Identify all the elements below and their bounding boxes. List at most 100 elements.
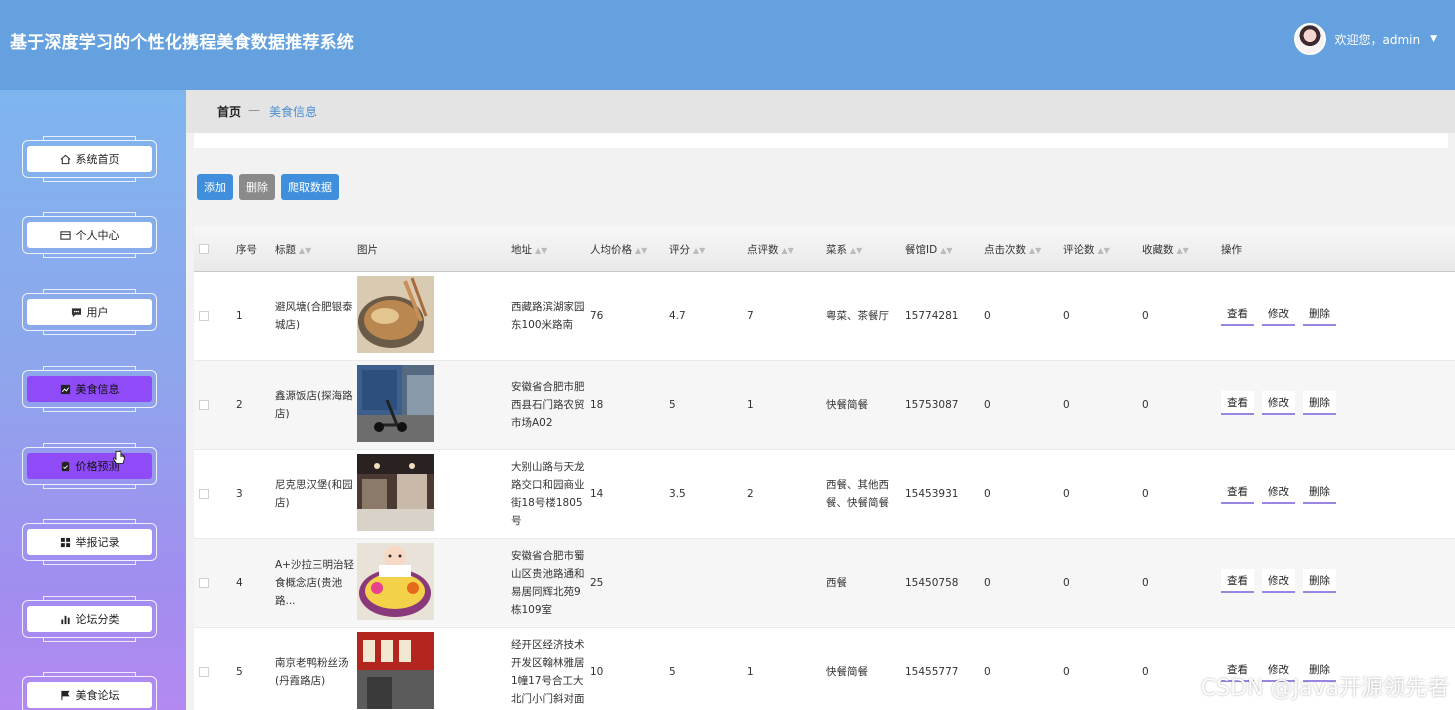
cell-cuisine: 粤菜、茶餐厅 [826,310,889,322]
breadcrumb-home[interactable]: 首页 [217,103,241,120]
delete-button[interactable]: 删除 [239,174,275,200]
food-image[interactable] [357,365,434,442]
row-checkbox[interactable] [199,667,209,677]
cell-favorites: 0 [1142,666,1149,678]
cell-comments: 0 [1063,399,1070,411]
sidebar-item-label: 系统首页 [75,153,120,166]
column-header[interactable]: 点评数 ▲▼ [747,242,794,257]
chevron-down-icon[interactable]: ▼ [1430,34,1437,44]
cell-clicks: 0 [984,577,991,589]
column-header[interactable]: 人均价格 ▲▼ [590,242,647,257]
sidebar-item-home[interactable]: 系统首页 [22,136,157,182]
avatar[interactable] [1294,23,1327,55]
row-checkbox[interactable] [199,311,209,321]
cell-favorites: 0 [1142,577,1149,589]
cell-cuisine: 快餐简餐 [826,399,868,411]
cell-address: 大别山路与天龙路交口和园商业街18号楼1805号 [511,461,585,527]
column-header: 序号 [236,244,257,256]
breadcrumb-separator: — [248,103,260,117]
food-image[interactable] [357,632,434,709]
cell-comments: 0 [1063,577,1070,589]
edit-button[interactable]: 修改 [1262,480,1295,504]
sidebar: 系统首页 个人中心 用户 美食信息 价格预测 举报记录 论坛分类 美食论坛 [0,90,186,710]
column-header[interactable]: 餐馆ID ▲▼ [905,242,953,257]
cell-restaurant-id: 15774281 [905,310,959,322]
cell-address: 经开区经济技术开发区翰林雅居1幢17号合工大北门小门斜对面 [511,639,585,705]
sidebar-item-label: 举报记录 [75,536,120,549]
column-header[interactable]: 地址 ▲▼ [511,242,547,257]
row-checkbox[interactable] [199,489,209,499]
table-row: 3 尼克思汉堡(和园店) 大别山路与天龙路交口和园商业街18号楼1805号 14… [194,450,1455,539]
cell-price: 10 [590,666,604,678]
bar-chart-icon [60,614,71,625]
column-header[interactable]: 菜系 ▲▼ [826,242,862,257]
select-all-checkbox[interactable] [199,244,209,254]
cell-price: 76 [590,310,604,322]
delete-row-button[interactable]: 删除 [1303,391,1336,415]
column-header[interactable]: 标题 ▲▼ [275,242,311,257]
cell-address: 安徽省合肥市肥西县石门路农贸市场A02 [511,381,585,429]
edit-button[interactable]: 修改 [1262,302,1295,326]
edit-button[interactable]: 修改 [1262,569,1295,593]
search-panel [194,133,1448,148]
cell-favorites: 0 [1142,488,1149,500]
sort-icon: ▲▼ [850,246,863,255]
sort-icon: ▲▼ [693,246,706,255]
cell-no: 2 [236,399,243,411]
sidebar-item-label: 美食信息 [75,383,120,396]
cell-comments: 0 [1063,666,1070,678]
sort-icon: ▲▼ [535,246,548,255]
cell-no: 4 [236,577,243,589]
chart-icon [60,384,71,395]
cell-no: 1 [236,310,243,322]
cell-title: 南京老鸭粉丝汤(丹霞路店) [275,657,349,687]
sidebar-item-users[interactable]: 用户 [22,289,157,335]
delete-row-button[interactable]: 删除 [1303,480,1336,504]
grid-icon [60,537,71,548]
column-header[interactable]: 点击次数 ▲▼ [984,242,1041,257]
clipboard-icon [60,461,71,472]
view-button[interactable]: 查看 [1221,302,1254,326]
sidebar-item-label: 美食论坛 [75,689,120,702]
view-button[interactable]: 查看 [1221,480,1254,504]
sidebar-item-label: 用户 [86,306,109,319]
column-header[interactable]: 评论数 ▲▼ [1063,242,1110,257]
breadcrumb-current: 美食信息 [269,105,318,119]
cell-price: 14 [590,488,604,500]
cell-no: 5 [236,666,243,678]
food-image[interactable] [357,276,434,353]
sidebar-item-price-prediction[interactable]: 价格预测 [22,443,157,489]
crawl-data-button[interactable]: 爬取数据 [281,174,339,200]
column-header[interactable]: 评分 ▲▼ [669,242,705,257]
cell-cuisine: 西餐、其他西餐、快餐简餐 [826,479,889,509]
cell-address: 西藏路滨湖家园东100米路南 [511,301,585,331]
view-button[interactable]: 查看 [1221,391,1254,415]
table-row: 1 避风塘(合肥银泰城店) 西藏路滨湖家园东100米路南 76 4.7 7 粤菜… [194,272,1455,361]
cell-restaurant-id: 15753087 [905,399,959,411]
app-title: 基于深度学习的个性化携程美食数据推荐系统 [10,33,354,53]
sidebar-item-reports[interactable]: 举报记录 [22,519,157,565]
cell-title: 避风塘(合肥银泰城店) [275,301,353,331]
add-button[interactable]: 添加 [197,174,233,200]
cell-no: 3 [236,488,243,500]
delete-row-button[interactable]: 删除 [1303,569,1336,593]
sidebar-item-forum-categories[interactable]: 论坛分类 [22,596,157,642]
column-header[interactable]: 收藏数 ▲▼ [1142,242,1189,257]
cell-address: 安徽省合肥市蜀山区贵池路通和易居同辉北苑9栋109室 [511,550,585,616]
welcome-text[interactable]: 欢迎您，admin [1334,31,1420,48]
view-button[interactable]: 查看 [1221,569,1254,593]
row-checkbox[interactable] [199,400,209,410]
food-image[interactable] [357,454,434,531]
cell-clicks: 0 [984,310,991,322]
user-menu[interactable]: 欢迎您，admin ▼ [1294,23,1437,55]
sidebar-item-food-forum[interactable]: 美食论坛 [22,672,157,710]
cell-comments: 0 [1063,488,1070,500]
sidebar-item-food-info[interactable]: 美食信息 [22,366,157,412]
cell-title: 鑫源饭店(探海路店) [275,390,353,420]
delete-row-button[interactable]: 删除 [1303,302,1336,326]
cell-favorites: 0 [1142,399,1149,411]
row-checkbox[interactable] [199,578,209,588]
edit-button[interactable]: 修改 [1262,391,1295,415]
food-image[interactable] [357,543,434,620]
sidebar-item-personal-center[interactable]: 个人中心 [22,212,157,258]
